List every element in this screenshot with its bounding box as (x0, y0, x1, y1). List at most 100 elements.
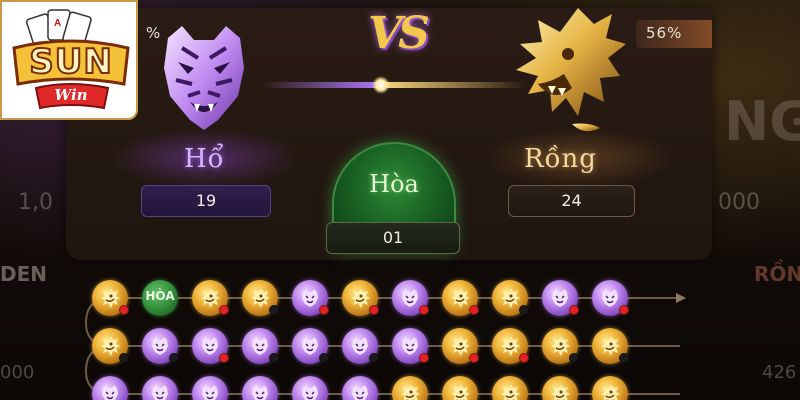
dragon-chip-icon (451, 385, 470, 400)
tiger-count: 19 (141, 185, 271, 217)
dragon-chip-icon (251, 289, 270, 308)
dragon-chip-icon (351, 289, 370, 308)
tiger-chip-icon (402, 337, 418, 355)
bg-left-label: DEN (0, 262, 48, 286)
tiger-chip-icon (302, 289, 318, 307)
results-roadmap: HÒA (84, 268, 704, 400)
roadmap-dragon-chip (442, 280, 479, 316)
tiger-chip-icon (152, 337, 168, 355)
bg-left-bet-amount: 1,0 (18, 190, 53, 215)
red-marker-dot (469, 305, 479, 315)
roadmap-tiger-chip (542, 280, 579, 316)
roadmap-tiger-chip (392, 280, 429, 316)
red-marker-dot (219, 353, 229, 363)
tiger-chip-icon (202, 385, 218, 400)
tiger-chip-icon (252, 337, 268, 355)
dragon-label: Rồng (524, 144, 597, 174)
dragon-chip-icon (201, 289, 220, 308)
dragon-chip-icon (401, 385, 420, 400)
red-marker-dot (619, 305, 629, 315)
tiger-chip-icon (352, 337, 368, 355)
red-marker-dot (119, 305, 129, 315)
black-marker-dot (319, 353, 329, 363)
tiger-energy-beam (262, 82, 382, 88)
tiger-chip-icon (302, 337, 318, 355)
tiger-chip-icon (402, 289, 418, 307)
red-marker-dot (519, 353, 529, 363)
dragon-chip-icon (601, 385, 620, 400)
dragon-head-icon (516, 8, 626, 132)
roadmap-tiger-chip (592, 280, 629, 316)
tiger-chip-icon (152, 385, 168, 400)
roadmap-tiger-chip (192, 328, 229, 364)
red-marker-dot (419, 353, 429, 363)
beam-spark (372, 76, 390, 94)
red-marker-dot (569, 305, 579, 315)
tiger-chip-icon (552, 289, 568, 307)
roadmap-tie-chip: HÒA (142, 280, 178, 316)
sunwin-logo: A SUN Win (0, 0, 138, 120)
bg-right-label: RỒN (754, 262, 800, 286)
roadmap-tiger-chip (242, 328, 279, 364)
roadmap-dragon-chip (592, 328, 629, 364)
roadmap-dragon-chip (492, 328, 529, 364)
dragon-chip-icon (101, 337, 120, 356)
dragon-percent: 56% (636, 20, 712, 48)
roadmap-dragon-chip (242, 280, 279, 316)
black-marker-dot (269, 353, 279, 363)
bg-right-bottom-amount: 426 (762, 362, 797, 383)
vs-emblem: VS (368, 8, 430, 59)
black-marker-dot (169, 353, 179, 363)
dragon-energy-beam (386, 82, 526, 88)
roadmap-dragon-chip (492, 280, 529, 316)
roadmap-dragon-chip (542, 328, 579, 364)
svg-text:A: A (54, 18, 61, 29)
roadmap-tiger-chip (392, 328, 429, 364)
dragon-chip-icon (551, 385, 570, 400)
black-marker-dot (569, 353, 579, 363)
roadmap-dragon-chip (342, 280, 379, 316)
logo-sub-text: Win (54, 86, 88, 104)
black-marker-dot (519, 305, 529, 315)
roadmap-dragon-chip (92, 280, 129, 316)
red-marker-dot (319, 305, 329, 315)
tiger-chip-icon (302, 385, 318, 400)
roadmap-tiger-chip (342, 328, 379, 364)
dragon-chip-icon (101, 289, 120, 308)
tiger-head-icon (164, 26, 244, 130)
roadmap-tie-chip-label: HÒA (145, 289, 175, 303)
tie-count: 01 (326, 222, 460, 254)
dragon-chip-icon (451, 289, 470, 308)
red-marker-dot (419, 305, 429, 315)
tie-label: Hòa (369, 170, 419, 198)
roadmap-tiger-chip (292, 280, 329, 316)
roadmap-dragon-chip (442, 328, 479, 364)
black-marker-dot (619, 353, 629, 363)
red-marker-dot (469, 353, 479, 363)
roadmap-tiger-chip (142, 328, 179, 364)
tiger-chip-icon (252, 385, 268, 400)
red-marker-dot (219, 305, 229, 315)
black-marker-dot (269, 305, 279, 315)
dragon-chip-icon (501, 289, 520, 308)
dragon-chip-icon (551, 337, 570, 356)
bg-left-bottom-amount: 000 (0, 362, 35, 383)
dragon-count: 24 (508, 185, 635, 217)
dragon-chip-icon (501, 337, 520, 356)
roadmap-tiger-chip (292, 328, 329, 364)
logo-brand-text: SUN (28, 41, 113, 83)
dragon-chip-icon (501, 385, 520, 400)
roadmap-dragon-chip (192, 280, 229, 316)
roadmap-dragon-chip (92, 328, 129, 364)
dragon-chip-icon (601, 337, 620, 356)
tiger-chip-icon (102, 385, 118, 400)
black-marker-dot (119, 353, 129, 363)
red-marker-dot (369, 305, 379, 315)
dragon-chip-icon (451, 337, 470, 356)
bg-right-partial-title: NG (724, 90, 800, 153)
tiger-chip-icon (202, 337, 218, 355)
black-marker-dot (369, 353, 379, 363)
tiger-chip-icon (602, 289, 618, 307)
tiger-chip-icon (352, 385, 368, 400)
tiger-label: Hổ (184, 144, 225, 174)
